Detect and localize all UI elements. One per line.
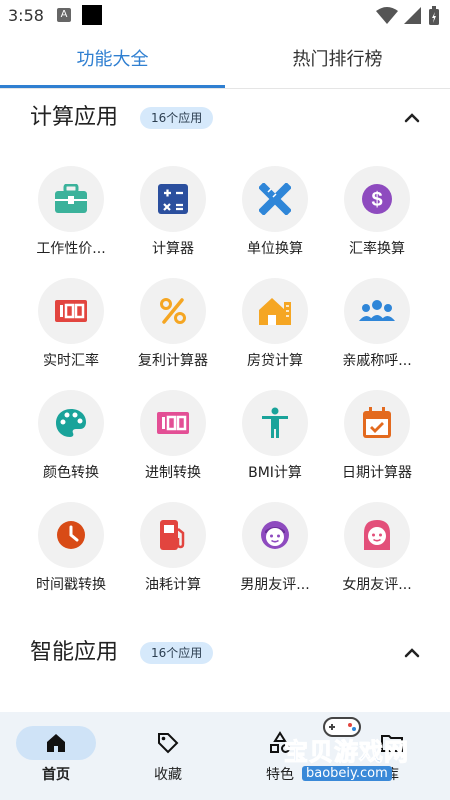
signal-icon (404, 7, 421, 24)
watermark-url: baobeiy.com (302, 766, 392, 781)
dollar-circle-icon: $ (362, 184, 392, 214)
counter-100-icon (55, 300, 87, 322)
app-icon-bg (38, 166, 104, 232)
status-time: 3:58 (8, 6, 44, 25)
app-icon-bg (38, 390, 104, 456)
nav-label: 首页 (42, 767, 70, 783)
tab-hot-ranking[interactable]: 热门排行榜 (225, 32, 450, 88)
svg-text:$: $ (371, 189, 382, 211)
ruler-pencil-icon (259, 183, 291, 215)
home-icon (47, 734, 65, 752)
divider (0, 88, 450, 89)
tag-icon (158, 733, 179, 754)
app-item-mortgage[interactable]: 房贷计算 (224, 278, 326, 378)
nav-label: 收藏 (154, 767, 182, 783)
app-label: 汇率换算 (349, 241, 405, 257)
briefcase-icon (55, 184, 87, 213)
app-label: 女朋友评... (342, 577, 412, 593)
notification-a-icon: A (57, 8, 71, 22)
app-icon-bg (140, 166, 206, 232)
app-label: BMI计算 (248, 465, 302, 481)
app-item-calculator[interactable]: 计算器 (122, 166, 224, 266)
tab-all-functions[interactable]: 功能大全 (0, 32, 225, 88)
app-icon-bg (38, 502, 104, 568)
app-label: 颜色转换 (43, 465, 99, 481)
chevron-up-icon[interactable] (400, 641, 424, 665)
battery-icon (429, 6, 439, 25)
app-item-currency[interactable]: $ 汇率换算 (326, 166, 428, 266)
section-title: 计算应用 (30, 105, 119, 130)
section-header-smart[interactable]: 智能应用 16个应用 (0, 633, 450, 673)
house-icon (259, 298, 291, 325)
status-icons (376, 6, 440, 26)
watermark-text: 宝贝游戏网 (284, 738, 409, 767)
app-item-work-value[interactable]: 工作性价... (20, 166, 122, 266)
app-label: 单位换算 (247, 241, 303, 257)
app-item-relatives[interactable]: 亲戚称呼... (326, 278, 428, 378)
girl-face-icon (364, 520, 390, 550)
app-label: 实时汇率 (43, 353, 99, 369)
app-item-timestamp[interactable]: 时间戳转换 (20, 502, 122, 602)
app-icon-bg (140, 502, 206, 568)
app-icon-bg (38, 278, 104, 344)
chevron-up-icon[interactable] (400, 106, 424, 130)
app-icon-bg (242, 390, 308, 456)
app-item-compound-interest[interactable]: 复利计算器 (122, 278, 224, 378)
app-icon-bg (242, 502, 308, 568)
app-label: 日期计算器 (342, 465, 412, 481)
app-icon-bg (242, 166, 308, 232)
counter-100-pink-icon (157, 412, 189, 434)
app-label: 男朋友评... (240, 577, 310, 593)
app-item-color-convert[interactable]: 颜色转换 (20, 390, 122, 490)
calculator-icon (158, 184, 188, 214)
app-item-date-calc[interactable]: 日期计算器 (326, 390, 428, 490)
app-count-badge: 16个应用 (140, 107, 214, 129)
watermark-logo: 宝贝游戏网 baobeiy.com (272, 717, 442, 784)
person-icon (262, 407, 288, 438)
app-item-fuel[interactable]: 油耗计算 (122, 502, 224, 602)
fuel-icon (160, 520, 185, 550)
app-item-girlfriend[interactable]: 女朋友评... (326, 502, 428, 602)
app-item-boyfriend[interactable]: 男朋友评... (224, 502, 326, 602)
app-icon-bg (140, 390, 206, 456)
nav-item-home[interactable]: 首页 (0, 712, 112, 800)
status-bar: 3:58 A (0, 0, 450, 32)
section-header-calc[interactable]: 计算应用 16个应用 (0, 98, 450, 138)
calendar-check-icon (363, 407, 391, 438)
app-count-badge: 16个应用 (140, 642, 214, 664)
app-icon-bg (140, 278, 206, 344)
app-item-base-convert[interactable]: 进制转换 (122, 390, 224, 490)
app-label: 进制转换 (145, 465, 201, 481)
app-label: 亲戚称呼... (342, 353, 412, 369)
app-label: 计算器 (152, 241, 194, 257)
boy-face-icon (261, 521, 289, 549)
app-item-bmi[interactable]: BMI计算 (224, 390, 326, 490)
app-item-realtime-rate[interactable]: 实时汇率 (20, 278, 122, 378)
clock-icon (57, 521, 85, 549)
section-title: 智能应用 (30, 640, 119, 665)
palette-icon (56, 409, 86, 437)
app-icon-bg: $ (344, 166, 410, 232)
app-icon-bg (344, 390, 410, 456)
app-icon-bg (344, 502, 410, 568)
tab-bar: 功能大全 热门排行榜 (0, 32, 450, 88)
nav-item-favorites[interactable]: 收藏 (112, 712, 224, 800)
percent-icon (160, 298, 186, 324)
notification-square-icon (82, 5, 102, 25)
app-label: 时间戳转换 (36, 577, 106, 593)
family-icon (359, 300, 395, 321)
wifi-icon (376, 7, 398, 24)
app-label: 工作性价... (36, 241, 106, 257)
app-item-unit-convert[interactable]: 单位换算 (224, 166, 326, 266)
app-icon-bg (344, 278, 410, 344)
app-label: 房贷计算 (247, 353, 303, 369)
app-label: 油耗计算 (145, 577, 201, 593)
app-icon-bg (242, 278, 308, 344)
app-label: 复利计算器 (138, 353, 208, 369)
